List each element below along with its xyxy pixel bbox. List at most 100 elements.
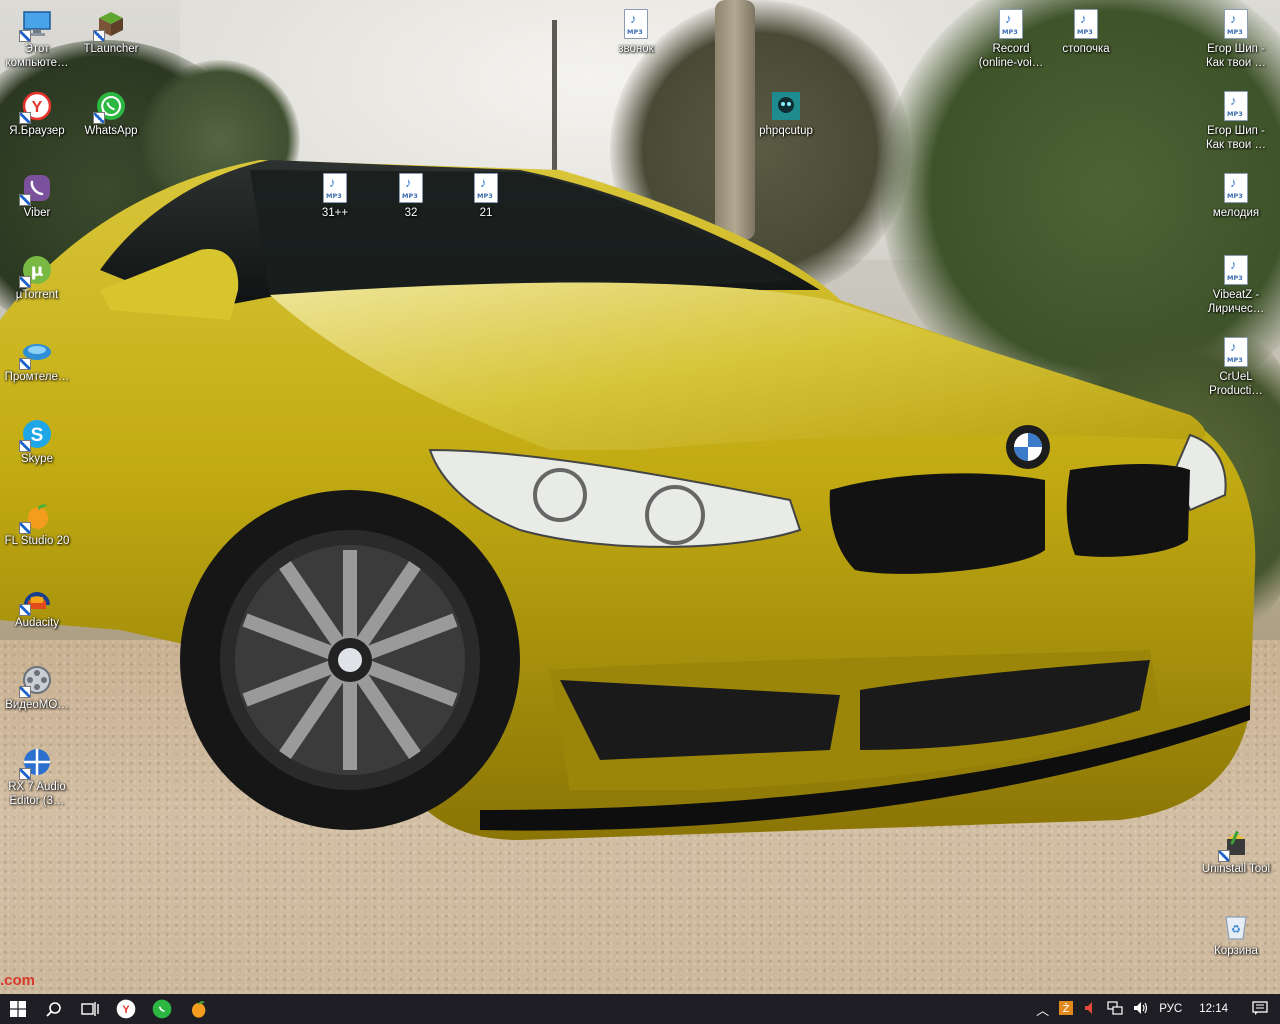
start-button[interactable] bbox=[0, 994, 36, 1024]
film-reel-icon bbox=[19, 664, 53, 698]
rx-audio-icon bbox=[19, 746, 53, 780]
desktop-icon-videomontage[interactable]: ВидеоМО… bbox=[0, 664, 74, 712]
svg-text:Y: Y bbox=[122, 1004, 129, 1016]
desktop-icon-file-21[interactable]: ♪ MP3 21 bbox=[449, 172, 523, 220]
desktop-icon-label: WhatsApp bbox=[84, 125, 138, 137]
desktop-icon-file-melodiya[interactable]: ♪ MP3 мелодия bbox=[1199, 172, 1273, 220]
yandex-browser-icon: Y bbox=[19, 90, 53, 124]
desktop-icon-label: Егор Шип - Как твои … bbox=[1205, 125, 1267, 151]
desktop-icon-promtelecom[interactable]: Промтеле… bbox=[0, 336, 74, 384]
desktop-icon-label: Промтеле… bbox=[4, 371, 70, 383]
start-icon bbox=[10, 1001, 26, 1017]
audacity-icon bbox=[19, 582, 53, 616]
volume-icon[interactable] bbox=[1128, 1001, 1154, 1018]
desktop-icon-fl-studio[interactable]: FL Studio 20 bbox=[0, 500, 74, 548]
audio-file-icon: ♪ MP3 bbox=[1220, 336, 1252, 368]
chevron-up-icon[interactable]: ︿ bbox=[1031, 1000, 1054, 1019]
desktop-icon-label: звонок bbox=[618, 43, 654, 55]
desktop-icon-label: TLauncher bbox=[83, 43, 139, 55]
desktop-icon-tlauncher[interactable]: TLauncher bbox=[74, 8, 148, 56]
svg-text:Y: Y bbox=[32, 99, 43, 116]
notification-icon bbox=[1252, 1000, 1268, 1015]
desktop-icon-label: Audacity bbox=[14, 617, 60, 629]
audio-file-icon: ♪ MP3 bbox=[620, 8, 652, 40]
audio-file-icon: ♪ MP3 bbox=[1220, 8, 1252, 40]
svg-text:S: S bbox=[31, 425, 44, 446]
computer-icon bbox=[19, 8, 53, 42]
wallpaper-pole bbox=[552, 20, 557, 170]
audio-file-icon: ♪ MP3 bbox=[995, 8, 1027, 40]
wallpaper-car bbox=[0, 160, 1256, 840]
taskbar: Y ︿ Ž РУС 12:14 bbox=[0, 994, 1280, 1024]
desktop-icon-file-egor-2[interactable]: ♪ MP3 Егор Шип - Как твои … bbox=[1199, 90, 1273, 152]
taskbar-whatsapp[interactable] bbox=[144, 994, 180, 1024]
taskbar-fl-studio[interactable] bbox=[180, 994, 216, 1024]
task-view-icon bbox=[81, 1002, 99, 1016]
desktop-icon-label: Этот компьюте… bbox=[5, 43, 69, 69]
desktop-icon-file-zvonok[interactable]: ♪ MP3 звонок bbox=[599, 8, 673, 56]
notification-center-button[interactable] bbox=[1240, 1000, 1280, 1018]
audio-file-icon: ♪ MP3 bbox=[1220, 254, 1252, 286]
system-tray: ︿ Ž РУС 12:14 bbox=[1031, 994, 1280, 1024]
desktop-icon-this-pc[interactable]: Этот компьюте… bbox=[0, 8, 74, 70]
desktop-icon-file-31[interactable]: ♪ MP3 31++ bbox=[298, 172, 372, 220]
desktop-icon-label: 21 bbox=[479, 207, 493, 219]
viber-icon bbox=[19, 172, 53, 206]
desktop-icon-label: Viber bbox=[23, 207, 51, 219]
clock[interactable]: 12:14 bbox=[1187, 1003, 1240, 1015]
desktop-icon-file-cruel[interactable]: ♪ MP3 CrUeL Producti… bbox=[1199, 336, 1273, 398]
desktop-icon-label: Uninstall Tool bbox=[1201, 863, 1271, 875]
taskbar-yandex-browser[interactable]: Y bbox=[108, 994, 144, 1024]
recycle-bin-icon: ♻ bbox=[1220, 910, 1252, 942]
desktop-icon-viber[interactable]: Viber bbox=[0, 172, 74, 220]
desktop-icon-file-32[interactable]: ♪ MP3 32 bbox=[374, 172, 448, 220]
desktop-icon-file-vibeatz[interactable]: ♪ MP3 VibeatZ - Лиричес… bbox=[1199, 254, 1273, 316]
desktop-icon-rx-audio-editor[interactable]: RX 7 Audio Editor (3… bbox=[0, 746, 74, 808]
desktop-icon-label: CrUeL Producti… bbox=[1209, 371, 1263, 397]
audio-file-icon: ♪ MP3 bbox=[319, 172, 351, 204]
tray-warning-icon[interactable] bbox=[1078, 1001, 1102, 1018]
desktop-icon-label: VibeatZ - Лиричес… bbox=[1207, 289, 1265, 315]
desktop-icon-label: Record (online-voi… bbox=[978, 43, 1044, 69]
desktop-icon-label: phpqcutup bbox=[759, 125, 813, 137]
tray-app-icon[interactable]: Ž bbox=[1054, 1000, 1078, 1018]
desktop-icon-recycle-bin[interactable]: ♻ Корзина bbox=[1199, 910, 1273, 958]
desktop-icon-phpqcutup[interactable]: phpqcutup bbox=[749, 90, 823, 138]
desktop-icon-file-record[interactable]: ♪ MP3 Record (online-voi… bbox=[974, 8, 1048, 70]
desktop-icon-label: 32 bbox=[404, 207, 418, 219]
desktop-wallpaper: .com bbox=[0, 0, 1280, 994]
whatsapp-icon bbox=[93, 90, 127, 124]
network-icon[interactable] bbox=[1102, 1000, 1128, 1018]
task-view-button[interactable] bbox=[72, 994, 108, 1024]
audio-file-icon: ♪ MP3 bbox=[1220, 90, 1252, 122]
fl-studio-icon bbox=[192, 1001, 206, 1018]
skype-icon: S bbox=[19, 418, 53, 452]
desktop-icon-whatsapp[interactable]: WhatsApp bbox=[74, 90, 148, 138]
desktop-icon-label: мелодия bbox=[1212, 207, 1260, 219]
search-button[interactable] bbox=[36, 994, 72, 1024]
desktop-icon-utorrent[interactable]: µ µTorrent bbox=[0, 254, 74, 302]
desktop-icon-label: Я.Браузер bbox=[9, 125, 65, 137]
desktop-icon-file-egor-1[interactable]: ♪ MP3 Егор Шип - Как твои … bbox=[1199, 8, 1273, 70]
svg-text:Ž: Ž bbox=[1063, 1002, 1070, 1015]
yandex-browser-icon: Y bbox=[116, 999, 136, 1019]
svg-text:µ: µ bbox=[31, 261, 44, 281]
desktop-icon-label: µTorrent bbox=[15, 289, 59, 301]
svg-text:♻: ♻ bbox=[1231, 923, 1241, 936]
search-icon bbox=[46, 1002, 61, 1017]
desktop-icon-label: 31++ bbox=[321, 207, 349, 219]
desktop-icon-file-stopochka[interactable]: ♪ MP3 стопочка bbox=[1049, 8, 1123, 56]
audio-file-icon: ♪ MP3 bbox=[1070, 8, 1102, 40]
language-indicator[interactable]: РУС bbox=[1154, 1003, 1187, 1015]
desktop-icon-label: RX 7 Audio Editor (3… bbox=[8, 781, 66, 807]
desktop-icon-uninstall-tool[interactable]: Uninstall Tool bbox=[1199, 828, 1273, 876]
desktop-icon-audacity[interactable]: Audacity bbox=[0, 582, 74, 630]
desktop-icon-label: Егор Шип - Как твои … bbox=[1205, 43, 1267, 69]
desktop-icon-skype[interactable]: S Skype bbox=[0, 418, 74, 466]
desktop-icon-label: FL Studio 20 bbox=[4, 535, 70, 547]
desktop-icon-label: стопочка bbox=[1062, 43, 1110, 55]
desktop-icon-yandex-browser[interactable]: Y Я.Браузер bbox=[0, 90, 74, 138]
desktop-icon-label: Skype bbox=[21, 453, 53, 465]
promtelecom-icon bbox=[19, 336, 53, 370]
utorrent-icon: µ bbox=[19, 254, 53, 288]
